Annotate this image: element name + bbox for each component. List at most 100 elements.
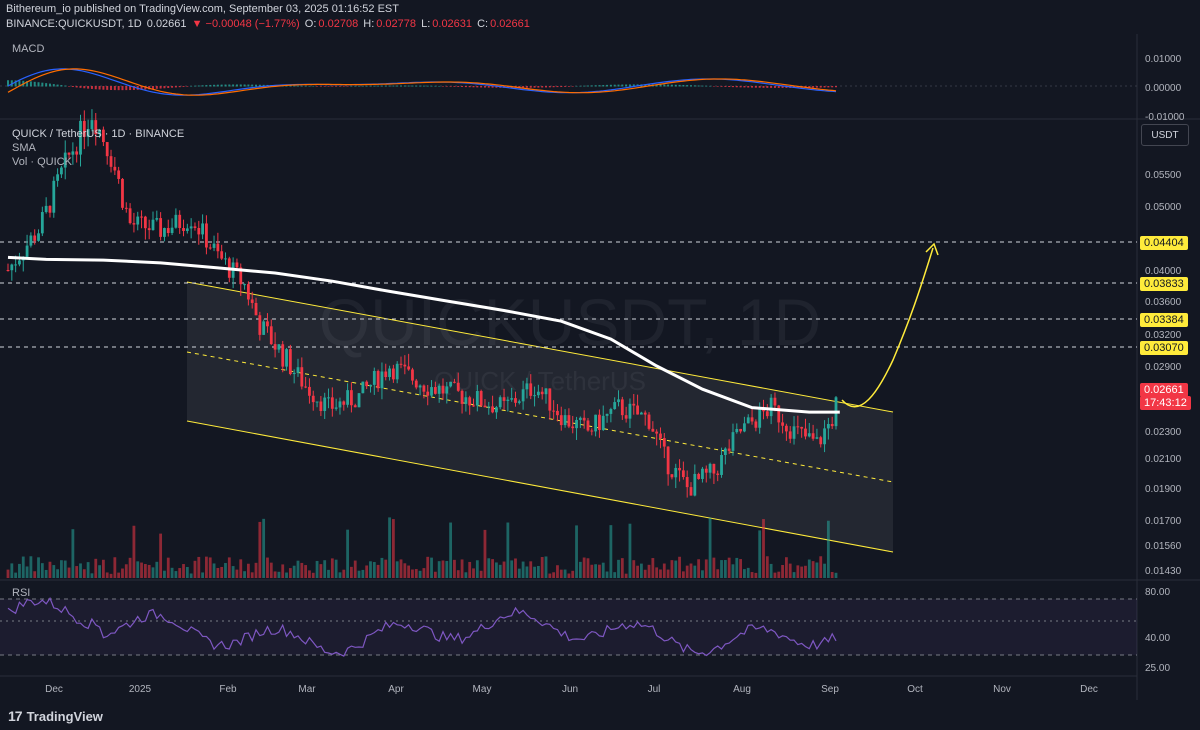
candle-body	[376, 370, 380, 389]
candle-body	[430, 387, 433, 396]
volume-bar	[544, 556, 548, 578]
volume-bar	[266, 557, 269, 578]
volume-bar	[533, 566, 536, 578]
volume-bar	[529, 561, 533, 578]
volume-bar	[662, 563, 666, 578]
candle-body	[361, 381, 365, 394]
candle-body	[811, 433, 815, 439]
macd-hist-bar	[98, 86, 101, 90]
macd-hist-bar	[556, 86, 559, 88]
volume-bar	[101, 559, 105, 578]
macd-hist-bar	[449, 86, 452, 87]
candle-body	[693, 473, 697, 496]
candle-body	[212, 243, 216, 248]
macd-hist-bar	[739, 86, 742, 88]
macd-hist-bar	[113, 86, 116, 91]
macd-axis-tick: 0.00000	[1145, 83, 1182, 94]
candle-body	[18, 260, 21, 265]
candle-body	[506, 399, 510, 401]
candle-body	[784, 425, 788, 432]
volume-bar	[578, 561, 582, 578]
tradingview-logo[interactable]: 17 TradingView	[8, 708, 103, 724]
candle-body	[33, 235, 37, 241]
level-tag-3: 0.03384	[1140, 313, 1188, 327]
volume-bar	[640, 563, 643, 578]
macd-hist-bar	[163, 86, 166, 89]
macd-hist-bar	[705, 85, 708, 87]
candle-body	[578, 417, 582, 420]
volume-bar	[479, 570, 483, 578]
macd-hist-bar	[571, 86, 574, 87]
volume-bar	[632, 560, 636, 578]
macd-hist-bar	[323, 86, 326, 87]
volume-bar	[517, 568, 521, 578]
volume-bar	[18, 563, 21, 578]
candle-body	[552, 410, 556, 412]
macd-hist-bar	[525, 86, 528, 88]
volume-bar	[735, 557, 739, 578]
price-chart[interactable]: QUICKUSDT, 1D QUICK / TetherUS 0.055000.…	[0, 0, 1200, 730]
candle-body	[422, 385, 426, 392]
candle-body	[487, 406, 491, 408]
volume-bar	[269, 562, 273, 578]
macd-label[interactable]: MACD	[12, 43, 44, 55]
candle-body	[826, 423, 830, 429]
macd-hist-bar	[251, 84, 254, 87]
candle-body	[525, 383, 529, 390]
candle-body	[174, 214, 178, 228]
level-tag-4: 0.03070	[1140, 341, 1188, 355]
macd-hist-bar	[541, 86, 544, 88]
candle-body	[796, 426, 800, 428]
macd-hist-bar	[312, 85, 315, 87]
candle-body	[571, 426, 575, 429]
candle-body	[548, 388, 552, 411]
macd-hist-bar	[682, 84, 685, 87]
candle-body	[533, 395, 536, 397]
macd-hist-bar	[819, 86, 822, 88]
macd-hist-bar	[613, 84, 616, 87]
candle-body	[464, 397, 468, 404]
volume-bar	[71, 529, 75, 578]
macd-hist-bar	[190, 85, 193, 87]
macd-hist-bar	[602, 85, 605, 87]
volume-bar	[67, 567, 71, 578]
macd-hist-bar	[228, 84, 231, 87]
candle-body	[147, 228, 151, 231]
volume-bar	[689, 563, 693, 578]
candle-body	[14, 264, 18, 266]
candle-body	[132, 223, 136, 225]
volume-bar	[792, 572, 796, 578]
time-axis-tick: Mar	[298, 684, 316, 695]
macd-hist-bar	[79, 86, 82, 88]
sma-label[interactable]: SMA	[12, 142, 36, 154]
macd-hist-bar	[701, 85, 704, 87]
volume-bar	[94, 558, 98, 578]
volume-bar	[510, 560, 514, 578]
volume-bar	[727, 557, 731, 578]
candle-body	[235, 262, 239, 268]
candle-body	[124, 207, 128, 209]
volume-label[interactable]: Vol · QUICK	[12, 156, 72, 168]
volume-bar	[487, 558, 491, 578]
candle-body	[659, 433, 662, 439]
volume-bar	[670, 560, 674, 578]
tradingview-logo-icon: 17	[8, 708, 23, 724]
volume-bar	[414, 569, 418, 578]
volume-bar	[216, 567, 220, 578]
volume-bar	[60, 560, 63, 578]
rsi-label[interactable]: RSI	[12, 587, 30, 599]
volume-bar	[365, 565, 369, 578]
volume-bar	[292, 565, 296, 578]
volume-bar	[456, 570, 460, 578]
volume-bar	[44, 569, 48, 578]
volume-bar	[548, 573, 552, 578]
candle-body	[372, 370, 376, 385]
volume-bar	[140, 562, 143, 578]
macd-hist-bar	[674, 84, 677, 87]
macd-hist-bar	[106, 86, 109, 90]
candle-body	[441, 385, 445, 394]
volume-bar	[773, 572, 777, 578]
candle-body	[609, 409, 613, 414]
volume-bar	[296, 560, 300, 578]
currency-button[interactable]: USDT	[1141, 124, 1189, 146]
